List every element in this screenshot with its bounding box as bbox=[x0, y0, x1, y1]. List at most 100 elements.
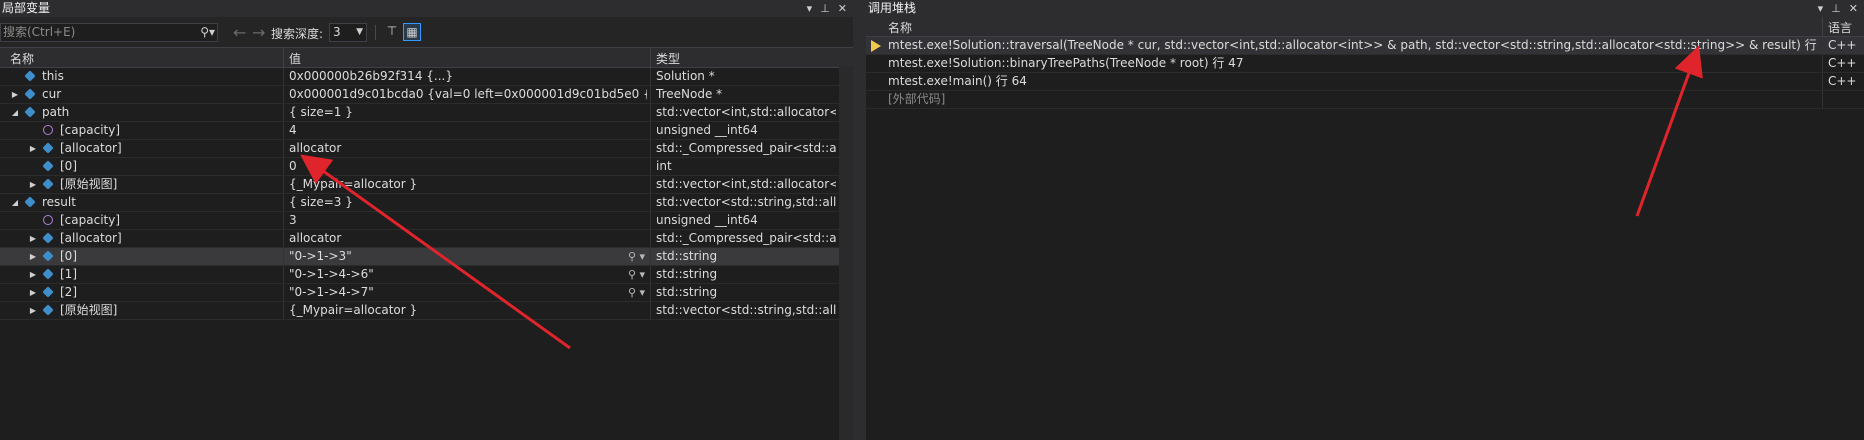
expand-icon[interactable]: ▶ bbox=[28, 140, 38, 157]
callstack-frame[interactable]: mtest.exe!Solution::binaryTreePaths(Tree… bbox=[866, 55, 1864, 73]
variable-value[interactable]: allocator bbox=[289, 140, 647, 157]
current-frame-arrow-icon bbox=[871, 40, 881, 52]
locals-row[interactable]: ▶ [原始视图] {_Mypair=allocator } std::vector<i… bbox=[0, 176, 853, 194]
variable-value[interactable]: { size=3 } bbox=[289, 194, 647, 211]
callstack-panel: 调用堆栈 ▾ ⊥ ✕ 名称 语言 mtest.exe!Solution::tra… bbox=[866, 0, 1864, 440]
variable-value[interactable]: "0->1->3" bbox=[289, 248, 647, 265]
field-icon bbox=[24, 106, 36, 118]
variable-value[interactable]: 4 bbox=[289, 122, 647, 139]
close-icon[interactable]: ✕ bbox=[838, 0, 847, 17]
variable-value[interactable]: allocator bbox=[289, 230, 647, 247]
view-toggle-icon[interactable]: ▦ bbox=[403, 23, 421, 41]
field-icon bbox=[42, 178, 54, 190]
expand-icon[interactable]: ▶ bbox=[28, 284, 38, 301]
variable-type: std::string bbox=[656, 267, 718, 281]
variable-value[interactable]: {_Mypair=allocator } bbox=[289, 176, 647, 193]
variable-value[interactable]: 0x000000b26b92f314 {...} bbox=[289, 68, 647, 85]
variable-value[interactable]: "0->1->4->7" bbox=[289, 284, 647, 301]
field-icon bbox=[42, 142, 54, 154]
variable-type: std::vector<std::string,std::alloca... bbox=[656, 303, 836, 317]
close-icon[interactable]: ✕ bbox=[1849, 0, 1858, 17]
col-name-header[interactable]: 名称 bbox=[888, 19, 912, 36]
callstack-frame[interactable]: mtest.exe!Solution::traversal(TreeNode *… bbox=[866, 37, 1864, 55]
col-name-header[interactable]: 名称 bbox=[10, 50, 34, 67]
chevron-down-icon: ▼ bbox=[356, 27, 363, 37]
locals-titlebar: 局部变量 ▾ ⊥ ✕ bbox=[0, 0, 853, 17]
locals-row[interactable]: ▶ cur 0x000001d9c01bcda0 {val=0 left=0x000… bbox=[0, 86, 853, 104]
locals-row[interactable]: ◢ result { size=3 } std::vector<std::string… bbox=[0, 194, 853, 212]
callstack-table: mtest.exe!Solution::traversal(TreeNode *… bbox=[866, 37, 1864, 109]
frame-name: [外部代码] bbox=[888, 92, 946, 106]
locals-row[interactable]: [0] 0 int bbox=[0, 158, 853, 176]
expand-icon[interactable]: ▶ bbox=[28, 248, 38, 265]
variable-type: std::vector<int,std::allocator<int... bbox=[656, 177, 836, 191]
search-depth-label: 搜索深度: bbox=[271, 27, 324, 41]
variable-type: int bbox=[656, 159, 672, 173]
expand-icon[interactable]: ▶ bbox=[28, 230, 38, 247]
panel-splitter[interactable] bbox=[853, 0, 866, 440]
locals-row[interactable]: ▶ [原始视图] {_Mypair=allocator } std::vector<s… bbox=[0, 302, 853, 320]
locals-row[interactable]: this 0x000000b26b92f314 {...} Solution * bbox=[0, 68, 853, 86]
callstack-frame[interactable]: [外部代码] bbox=[866, 91, 1864, 109]
search-input[interactable]: 搜索(Ctrl+E) ⚲▾ bbox=[0, 23, 218, 42]
frame-language: C++ bbox=[1828, 74, 1857, 88]
dropdown-icon[interactable]: ▾ bbox=[807, 0, 813, 17]
variable-name: [2] bbox=[60, 285, 77, 299]
pin-icon[interactable]: ⊥ bbox=[820, 0, 830, 17]
locals-row[interactable]: ◢ path { size=1 } std::vector<int,std::allo… bbox=[0, 104, 853, 122]
property-icon bbox=[43, 215, 53, 225]
callstack-header: 名称 语言 bbox=[866, 17, 1864, 37]
property-icon bbox=[43, 125, 53, 135]
search-depth-select[interactable]: 3 ▼ bbox=[329, 23, 367, 42]
text-visualizer-icon[interactable]: ⚲ ▾ bbox=[628, 266, 645, 283]
callstack-frame[interactable]: mtest.exe!main() 行 64 C++ bbox=[866, 73, 1864, 91]
expand-icon[interactable]: ▶ bbox=[28, 266, 38, 283]
field-icon bbox=[24, 196, 36, 208]
locals-row[interactable]: [capacity] 4 unsigned __int64 bbox=[0, 122, 853, 140]
field-icon bbox=[42, 286, 54, 298]
variable-value[interactable]: 0x000001d9c01bcda0 {val=0 left=0x000001d… bbox=[289, 86, 647, 103]
locals-row[interactable]: ▶ [2] "0->1->4->7" ⚲ ▾ std::string bbox=[0, 284, 853, 302]
filter-icon[interactable]: ⊤ bbox=[383, 23, 401, 41]
pin-icon[interactable]: ⊥ bbox=[1831, 0, 1841, 17]
locals-scrollbar[interactable] bbox=[839, 66, 853, 440]
variable-name: [allocator] bbox=[60, 141, 122, 155]
text-visualizer-icon[interactable]: ⚲ ▾ bbox=[628, 248, 645, 265]
variable-type: TreeNode * bbox=[656, 87, 723, 101]
callstack-title: 调用堆栈 bbox=[868, 1, 917, 15]
locals-header: 名称 值 类型 bbox=[0, 48, 853, 68]
collapse-icon[interactable]: ◢ bbox=[10, 104, 20, 121]
variable-name: [capacity] bbox=[60, 123, 121, 137]
expand-icon[interactable]: ▶ bbox=[10, 86, 20, 103]
col-value-header[interactable]: 值 bbox=[289, 50, 301, 67]
variable-value[interactable]: { size=1 } bbox=[289, 104, 647, 121]
dropdown-icon[interactable]: ▾ bbox=[1818, 0, 1824, 17]
variable-value[interactable]: 3 bbox=[289, 212, 647, 229]
col-type-header[interactable]: 类型 bbox=[656, 50, 680, 67]
variable-value[interactable]: 0 bbox=[289, 158, 647, 175]
variable-value[interactable]: {_Mypair=allocator } bbox=[289, 302, 647, 319]
forward-arrow-icon[interactable]: → bbox=[252, 23, 265, 42]
variable-name: [allocator] bbox=[60, 231, 122, 245]
locals-row[interactable]: ▶ [allocator] allocator std::_Compressed_pa… bbox=[0, 140, 853, 158]
frame-name: mtest.exe!Solution::traversal(TreeNode *… bbox=[888, 38, 1818, 52]
locals-row[interactable]: ▶ [1] "0->1->4->6" ⚲ ▾ std::string bbox=[0, 266, 853, 284]
expand-icon[interactable]: ▶ bbox=[28, 302, 38, 319]
variable-value[interactable]: "0->1->4->6" bbox=[289, 266, 647, 283]
locals-panel: 局部变量 ▾ ⊥ ✕ 搜索(Ctrl+E) ⚲▾ ← → 搜索深度: 3 ▼ ⊤… bbox=[0, 0, 853, 440]
locals-row[interactable]: ▶ [allocator] allocator std::_Compressed_pa… bbox=[0, 230, 853, 248]
variable-type: unsigned __int64 bbox=[656, 123, 758, 137]
locals-row[interactable]: ▶ [0] "0->1->3" ⚲ ▾ std::string bbox=[0, 248, 853, 266]
back-arrow-icon[interactable]: ← bbox=[233, 23, 246, 42]
locals-row[interactable]: [capacity] 3 unsigned __int64 bbox=[0, 212, 853, 230]
text-visualizer-icon[interactable]: ⚲ ▾ bbox=[628, 284, 645, 301]
search-icon[interactable]: ⚲▾ bbox=[200, 24, 215, 41]
collapse-icon[interactable]: ◢ bbox=[10, 194, 20, 211]
frame-language: C++ bbox=[1828, 56, 1857, 70]
expand-icon[interactable]: ▶ bbox=[28, 176, 38, 193]
col-lang-header[interactable]: 语言 bbox=[1828, 19, 1852, 36]
variable-type: std::_Compressed_pair<std::alloc... bbox=[656, 231, 836, 245]
field-icon bbox=[24, 70, 36, 82]
variable-name: result bbox=[42, 195, 76, 209]
variable-name: path bbox=[42, 105, 70, 119]
